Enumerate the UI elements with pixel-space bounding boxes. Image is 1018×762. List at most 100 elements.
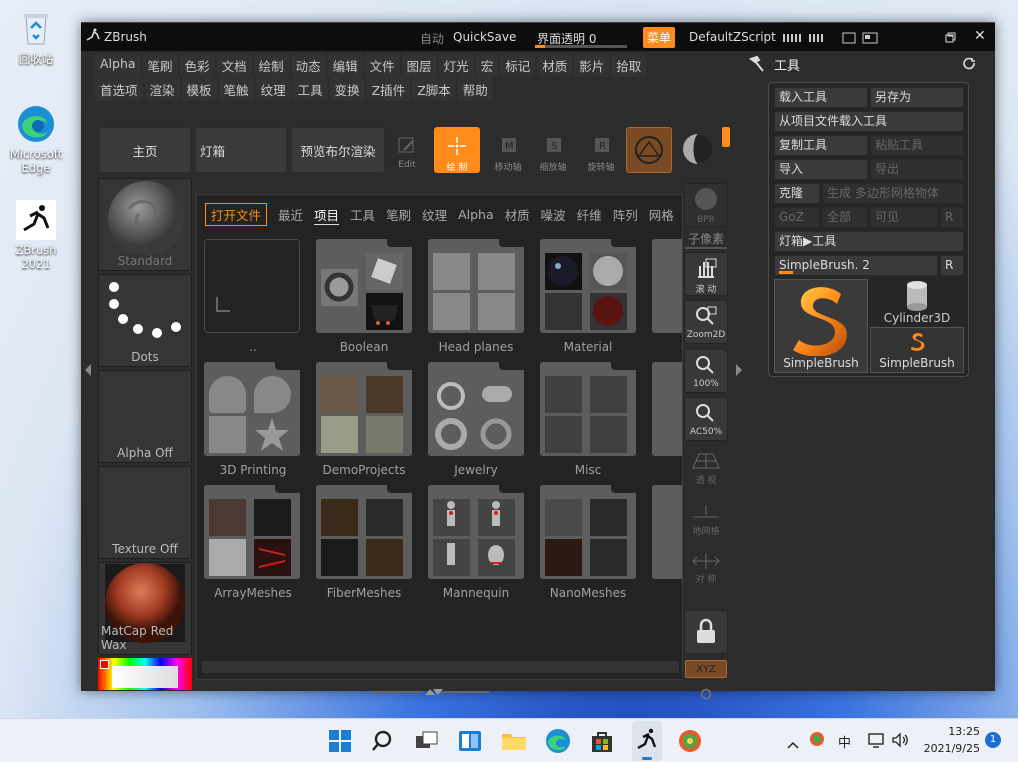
rotate-button[interactable]: R 旋转轴 [578,127,624,173]
tab-recent[interactable]: 最近 [278,205,303,224]
quicksave-button[interactable]: QuickSave [453,30,516,44]
store-button[interactable] [588,727,616,755]
folder-misc[interactable] [540,361,637,456]
zbrush-taskbar-button[interactable] [632,721,662,761]
tab-tool[interactable]: 工具 [350,205,375,224]
load-tool-button[interactable]: 载入工具 [774,87,868,108]
tab-noise[interactable]: 噪波 [541,205,566,224]
transparency-slider[interactable]: 界面透明 0 [533,27,631,48]
tab-project[interactable]: 项目 [314,205,340,225]
menu-macro[interactable]: 宏 [475,53,499,77]
folder-partial[interactable] [652,239,682,333]
menu-draw[interactable]: 绘制 [253,53,289,77]
move-button[interactable]: M 移动轴 [485,127,531,173]
subpixel-slider[interactable]: 子像素 [685,230,727,249]
edit-button[interactable]: Edit [384,127,430,173]
menu-picker[interactable]: 拾取 [611,53,647,77]
menu-transform[interactable]: 变换 [329,77,365,101]
menu-zscript[interactable]: Z脚本 [412,77,456,101]
refresh-icon[interactable] [963,56,977,70]
folder-head-planes[interactable] [428,238,525,333]
current-tool-slider[interactable]: SimpleBrush. 2 [774,255,938,276]
menu-button[interactable]: 菜单 [643,27,676,48]
menu-file[interactable]: 文件 [364,53,400,77]
shelf-overflow-indicator[interactable] [722,127,730,147]
menu-marker[interactable]: 标记 [500,53,536,77]
ime-indicator[interactable]: 中 [838,732,851,751]
material-swatch-button[interactable] [675,127,721,173]
clock-time[interactable]: 13:25 [930,725,980,738]
save-as-button[interactable]: 另存为 [870,87,964,108]
folder-jewelry[interactable] [428,361,525,456]
tab-fibers[interactable]: 纤维 [577,205,602,224]
bpr-button[interactable]: BPR [684,183,728,227]
menu-alpha[interactable]: Alpha [95,53,141,77]
tab-open-file[interactable]: 打开文件 [205,203,268,226]
antialiased-half-button[interactable]: AC50% [684,397,728,441]
bpr-preview-button[interactable]: 预览布尔渲染 [291,127,385,173]
tool-thumb-simplebrush[interactable]: SimpleBrush [774,279,868,373]
menu-movie[interactable]: 影片 [574,53,610,77]
tray-chevron-icon[interactable] [786,735,800,749]
folder-material[interactable] [540,238,637,333]
close-icon[interactable]: ✕ [974,28,986,44]
alpha-slot[interactable]: Alpha Off [98,370,192,463]
edge-taskbar-button[interactable] [544,727,572,755]
scroll-button[interactable]: 滚 动 [684,252,728,296]
lightbox-tools-button[interactable]: 灯箱▶工具 [774,231,964,252]
draw-button[interactable]: 绘 制 [434,127,480,173]
load-from-project-button[interactable]: 从项目文件载入工具 [774,111,964,132]
search-button[interactable] [368,727,396,755]
export-button[interactable]: 导出 [870,159,964,180]
lightbox-button[interactable]: 灯箱 [195,127,287,173]
menu-stencil[interactable]: 模板 [181,77,217,101]
import-button[interactable]: 导入 [774,159,868,180]
stroke-slot[interactable]: Dots [98,274,192,367]
desktop-icon-edge[interactable]: Microsoft Edge [0,104,72,175]
menu-help[interactable]: 帮助 [457,77,493,101]
default-zscript-button[interactable]: DefaultZScript [689,30,776,44]
folder-fiber-meshes[interactable] [316,484,413,579]
folder-demo-projects[interactable] [316,361,413,456]
menu-zplugin[interactable]: Z插件 [366,77,411,101]
menu-brush[interactable]: 笔刷 [142,53,178,77]
tab-mesh[interactable]: 网格 [649,205,674,224]
rotate-y-button[interactable] [699,685,713,700]
tab-alpha[interactable]: Alpha [458,207,494,222]
tab-texture[interactable]: 纹理 [422,205,447,224]
layout-icons[interactable] [783,31,899,48]
folder-nano-meshes[interactable] [540,484,637,579]
desktop-icon-recycle-bin[interactable]: 回收站 [0,8,72,67]
menu-tool[interactable]: 工具 [292,77,328,101]
folder-array-meshes[interactable] [204,484,301,579]
restore-icon[interactable] [945,32,956,46]
goz-button[interactable]: GoZ [774,207,820,228]
all-button[interactable]: 全部 [822,207,868,228]
folder-mannequin[interactable] [428,484,525,579]
network-icon[interactable] [867,731,885,749]
visible-button[interactable]: 可见 [870,207,938,228]
menu-layer[interactable]: 图层 [401,53,437,77]
folder-partial[interactable] [652,362,682,456]
floor-button[interactable]: 地网格 [684,499,728,543]
zoom2d-button[interactable]: Zoom2D [684,300,728,344]
folder-partial[interactable] [652,485,682,579]
menu-movie-dynamics[interactable]: 动态 [290,53,326,77]
menu-render[interactable]: 渲染 [144,77,180,101]
symmetry-button[interactable]: 对 称 [684,547,728,591]
notification-badge[interactable]: 1 [985,732,1001,748]
widgets-button[interactable] [456,727,484,755]
texture-slot[interactable]: Texture Off [98,466,192,559]
material-slot[interactable]: MatCap Red Wax [98,562,192,655]
menu-texture[interactable]: 纹理 [255,77,291,101]
left-tray-toggle[interactable] [84,362,92,376]
current-tool-r-button[interactable]: R [940,255,964,276]
menu-color[interactable]: 色彩 [179,53,215,77]
menu-stroke[interactable]: 笔触 [218,77,254,101]
clone-button[interactable]: 克隆 [774,183,820,204]
folder-boolean[interactable] [316,238,413,333]
tab-material[interactable]: 材质 [505,205,530,224]
tool-thumb-simplebrush-2[interactable]: SimpleBrush [870,327,964,373]
menu-material[interactable]: 材质 [537,53,573,77]
make-polymesh-button[interactable]: 生成 多边形网格物体 [822,183,964,204]
